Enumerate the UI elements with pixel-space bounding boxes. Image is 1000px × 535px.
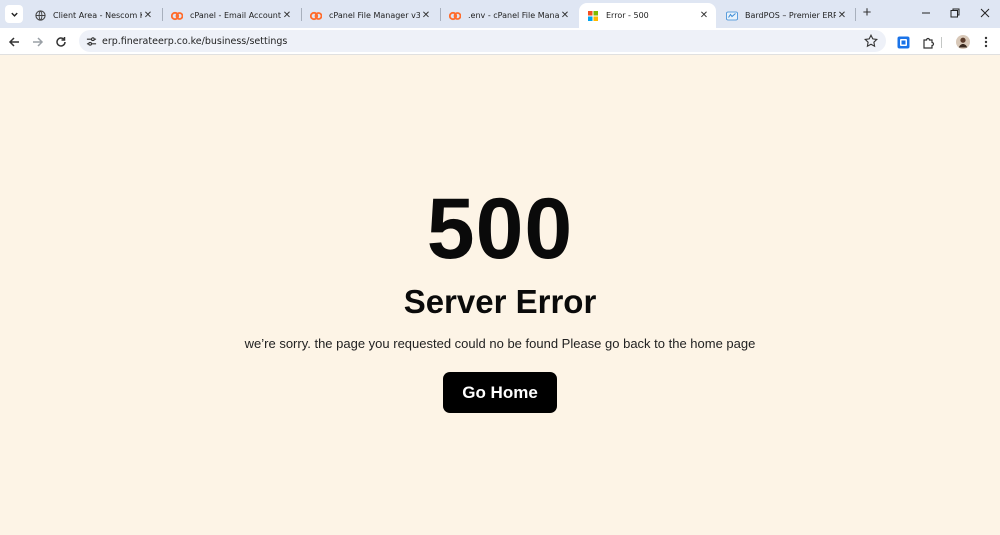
extensions-puzzle-icon[interactable]: [920, 34, 936, 50]
tab-error-500[interactable]: Error - 500 ✕: [579, 3, 716, 28]
close-tab-icon[interactable]: ✕: [559, 10, 571, 22]
avatar-icon: [956, 35, 970, 49]
tab-search-button[interactable]: [5, 5, 23, 23]
tab-strip: Client Area - Nescom Kenya ✕ cPanel - Em…: [0, 0, 1000, 28]
address-bar[interactable]: erp.finerateerp.co.ke/business/settings: [79, 30, 886, 52]
close-tab-icon[interactable]: ✕: [281, 10, 293, 22]
address-url[interactable]: erp.finerateerp.co.ke/business/settings: [102, 36, 287, 47]
windows-logo-icon: [587, 10, 599, 22]
tab-title: cPanel - Email Accounts: [190, 11, 281, 20]
profile-avatar[interactable]: [955, 34, 971, 50]
restore-icon: [950, 8, 960, 18]
minimize-icon: [922, 12, 930, 14]
browser-menu-button[interactable]: [978, 34, 994, 50]
error-code: 500: [426, 181, 574, 277]
reload-icon: [56, 37, 66, 47]
toolbar-divider: [941, 37, 942, 48]
arrow-left-icon: [8, 37, 19, 47]
bookmark-star-icon[interactable]: [864, 34, 878, 48]
close-tab-icon[interactable]: ✕: [142, 10, 154, 22]
tab-title: Error - 500: [606, 11, 649, 20]
error-title: Server Error: [403, 283, 597, 320]
forward-button[interactable]: [29, 33, 47, 51]
reload-button[interactable]: [52, 33, 70, 51]
tab-bardpos[interactable]: BardPOS – Premier ERP Sol ✕: [718, 3, 854, 28]
minimize-button[interactable]: [917, 4, 935, 22]
new-tab-button[interactable]: +: [859, 5, 875, 21]
close-icon: [980, 8, 990, 18]
page-viewport: 500 Server Error we’re sorry. the page y…: [0, 56, 1000, 535]
back-button[interactable]: [5, 33, 23, 51]
error-message: we’re sorry. the page you requested coul…: [244, 336, 756, 351]
cpanel-icon: [449, 10, 461, 22]
cpanel-icon: [310, 10, 322, 22]
restore-button[interactable]: [946, 4, 964, 22]
arrow-right-icon: [33, 37, 44, 47]
tab-title: cPanel File Manager v3: [329, 11, 420, 20]
tab-title: BardPOS – Premier ERP Sol: [745, 11, 836, 20]
close-window-button[interactable]: [976, 4, 994, 22]
tab-separator: [855, 8, 856, 21]
go-home-button[interactable]: Go Home: [443, 372, 557, 413]
tab-cpanel-file-manager[interactable]: cPanel File Manager v3 ✕: [302, 3, 438, 28]
close-tab-icon[interactable]: ✕: [698, 10, 710, 22]
globe-icon: [34, 10, 46, 22]
tab-env-file[interactable]: .env - cPanel File Manager ✕: [441, 3, 577, 28]
erp-icon: [726, 10, 738, 22]
close-tab-icon[interactable]: ✕: [420, 10, 432, 22]
chevron-down-icon: [10, 12, 18, 17]
tab-cpanel-email[interactable]: cPanel - Email Accounts ✕: [163, 3, 299, 28]
tab-title: Client Area - Nescom Kenya: [53, 11, 142, 20]
extension-erp-icon[interactable]: [895, 34, 911, 50]
close-tab-icon[interactable]: ✕: [836, 10, 848, 22]
tab-client-area[interactable]: Client Area - Nescom Kenya ✕: [26, 3, 160, 28]
site-info-icon[interactable]: [84, 34, 98, 48]
tab-title: .env - cPanel File Manager: [468, 11, 559, 20]
kebab-menu-icon: [984, 36, 988, 48]
browser-toolbar: erp.finerateerp.co.ke/business/settings: [0, 28, 1000, 55]
cpanel-icon: [171, 10, 183, 22]
